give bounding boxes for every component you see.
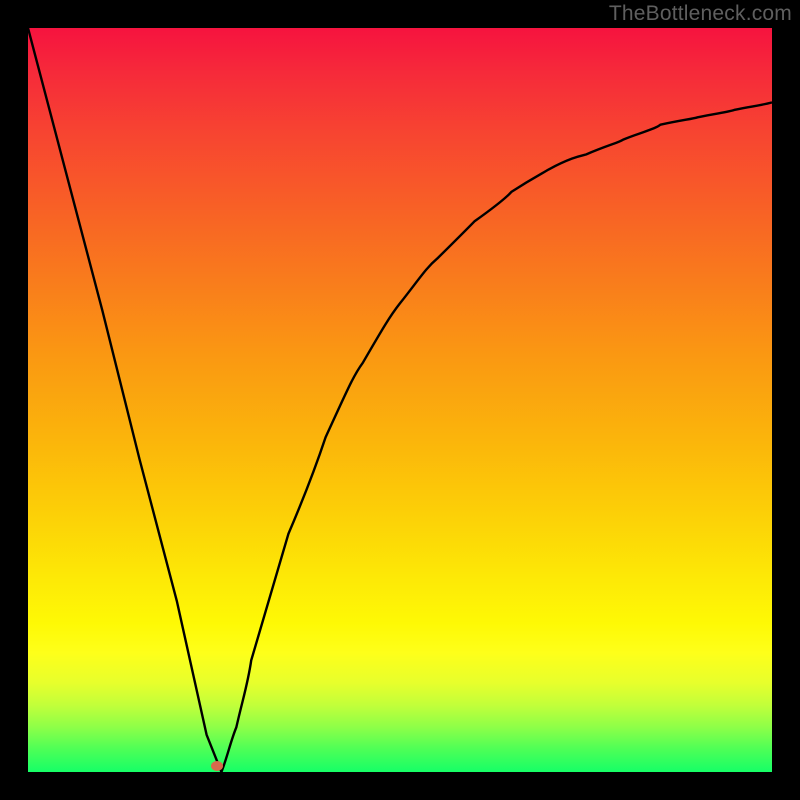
chart-plot-area xyxy=(28,28,772,772)
chart-marker-dot xyxy=(211,761,223,771)
chart-frame: TheBottleneck.com xyxy=(0,0,800,800)
curve-path-left xyxy=(28,28,221,772)
chart-curve xyxy=(28,28,772,772)
watermark-text: TheBottleneck.com xyxy=(609,2,792,26)
curve-path-right xyxy=(221,102,772,772)
